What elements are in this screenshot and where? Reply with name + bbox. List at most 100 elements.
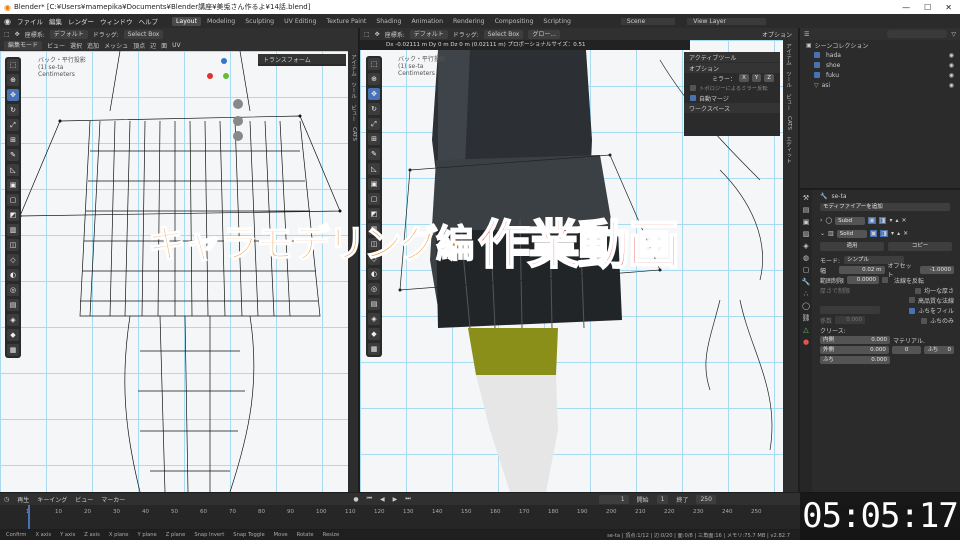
tab-sculpting[interactable]: Sculpting (241, 17, 278, 26)
play-icon[interactable]: ▶ (393, 496, 398, 503)
flip-normals-checkbox[interactable] (882, 277, 889, 283)
play-reverse-icon[interactable]: ◀ (380, 496, 385, 503)
left-select-dropdown[interactable]: Select Box (123, 29, 164, 39)
active-tool-header[interactable]: アクティブツール (684, 52, 780, 62)
material-offset-field[interactable]: 0 (891, 346, 922, 354)
options-header[interactable]: オプション (684, 63, 780, 73)
scene-selector[interactable]: Scene (620, 17, 676, 25)
annotate-tool-icon[interactable]: ✎ (7, 149, 19, 161)
right-scale-tool-icon[interactable]: ⤢ (368, 118, 380, 130)
topology-mirror-checkbox[interactable] (690, 85, 696, 91)
hada-visibility-icon[interactable]: ◉ (949, 52, 954, 59)
right-rip-tool-icon[interactable]: ▦ (368, 343, 380, 355)
inset-tool-icon[interactable]: ▢ (7, 194, 19, 206)
right-select-dropdown[interactable]: Select Box (483, 29, 524, 39)
timeline-editor-icon[interactable]: ◷ (4, 496, 9, 503)
rip-tool-icon[interactable]: ▦ (7, 344, 19, 356)
right-cursor-tool-icon[interactable]: ⊕ (368, 73, 380, 85)
mirror-x-toggle[interactable]: X (739, 74, 749, 82)
right-global-dropdown[interactable]: グロー... (528, 29, 561, 39)
rim-only-checkbox[interactable] (921, 318, 928, 324)
left-menu-vertex[interactable]: 頂点 (133, 41, 145, 50)
material-props-icon[interactable]: ● (803, 338, 809, 346)
subd-expand-icon[interactable]: › (820, 217, 822, 224)
start-frame-field[interactable]: 1 (656, 494, 669, 504)
right-shear-tool-icon[interactable]: ◆ (368, 328, 380, 340)
scene-props-icon[interactable]: ◈ (803, 242, 808, 250)
world-props-icon[interactable]: ◍ (803, 254, 809, 262)
left-tab-tool[interactable]: ツール (348, 79, 357, 102)
shrink-tool-icon[interactable]: ◈ (7, 314, 19, 326)
right-transform-tool-icon[interactable]: ⊞ (368, 133, 380, 145)
workspace-header[interactable]: ワークスペース (684, 103, 780, 113)
menu-window[interactable]: ウィンドウ (100, 16, 133, 26)
subd-editmode-icon[interactable]: ▣ (868, 217, 876, 224)
rotate-tool-icon[interactable]: ↻ (7, 104, 19, 116)
left-menu-edge[interactable]: 辺 (150, 41, 156, 50)
menu-render[interactable]: レンダー (68, 16, 94, 26)
tab-layout[interactable]: Layout (171, 16, 202, 26)
right-options-menu[interactable]: オプション (762, 30, 798, 39)
fuku-visibility-icon[interactable]: ◉ (949, 72, 954, 79)
tab-shading[interactable]: Shading (372, 17, 405, 26)
mirror-y-toggle[interactable]: Y (751, 74, 762, 82)
left-mode-dropdown[interactable]: 編集モード (4, 41, 43, 50)
tab-compositing[interactable]: Compositing (491, 17, 538, 26)
knife-tool-icon[interactable]: ◫ (7, 239, 19, 251)
outliner-filter-icon[interactable]: ▽ (951, 31, 960, 38)
right-rotate-tool-icon[interactable]: ↻ (368, 103, 380, 115)
data-props-icon[interactable]: △ (803, 326, 808, 334)
render-props-icon[interactable]: ▤ (803, 206, 810, 214)
select-tool-icon[interactable]: ⬚ (7, 59, 19, 71)
end-frame-field[interactable]: 250 (696, 494, 716, 504)
blender-menu-icon[interactable]: ◉ (4, 17, 11, 26)
spin-tool-icon[interactable]: ◐ (7, 269, 19, 281)
subd-modifier-name[interactable]: Subd (835, 216, 866, 225)
left-coord-dropdown[interactable]: デフォルト (49, 29, 88, 39)
object-asi[interactable]: asi (822, 82, 830, 89)
right-tab-view[interactable]: ビュー (783, 90, 792, 113)
constraints-props-icon[interactable]: ⛓ (802, 314, 811, 322)
maximize-button[interactable]: ☐ (924, 3, 931, 12)
subd-up-icon[interactable]: ▴ (895, 217, 898, 224)
timeline-menu-playback[interactable]: 再生 (17, 495, 29, 504)
timeline-menu-view[interactable]: ビュー (75, 495, 93, 504)
left-menu-face[interactable]: 面 (161, 41, 167, 50)
right-move-icon[interactable]: ✥ (375, 31, 380, 38)
solid-modifier-name[interactable]: Solid (836, 229, 867, 238)
scene-collection-label[interactable]: シーンコレクション (815, 41, 869, 50)
right-tab-tool[interactable]: ツール (783, 68, 792, 91)
shear-tool-icon[interactable]: ◆ (7, 329, 19, 341)
right-select-tool-icon[interactable]: ⬚ (368, 58, 380, 70)
mirror-z-toggle[interactable]: Z (764, 74, 774, 82)
collection-fuku[interactable]: fuku (826, 72, 839, 79)
inner-crease-field[interactable]: 内側 0.000 (820, 336, 890, 344)
subd-down-icon[interactable]: ▾ (889, 217, 892, 224)
right-coord-dropdown[interactable]: デフォルト (409, 29, 448, 39)
clamp-field[interactable]: 0.0000 (847, 276, 880, 284)
current-frame-field[interactable]: 1 (598, 494, 629, 504)
solid-render-icon[interactable]: ◨ (880, 230, 889, 237)
menu-help[interactable]: ヘルプ (138, 16, 158, 26)
polybuild-tool-icon[interactable]: ◇ (7, 254, 19, 266)
minimize-button[interactable]: — (902, 3, 910, 12)
view-layer-selector[interactable]: View Layer (687, 17, 767, 25)
left-menu-uv[interactable]: UV (172, 42, 181, 49)
scale-tool-icon[interactable]: ⤢ (7, 119, 19, 131)
move-icon[interactable]: ✥ (15, 31, 20, 38)
right-edge-slide-tool-icon[interactable]: ▤ (368, 298, 380, 310)
view-layer-props-icon[interactable]: ▨ (803, 230, 810, 238)
right-extrude-tool-icon[interactable]: ▣ (368, 178, 380, 190)
right-move-tool-icon[interactable]: ✥ (368, 88, 380, 100)
left-menu-mesh[interactable]: メッシュ (104, 41, 128, 50)
left-tab-item[interactable]: アイテム (348, 51, 357, 79)
fill-rim-checkbox[interactable] (909, 308, 916, 314)
tab-modeling[interactable]: Modeling (203, 17, 239, 26)
rim-crease-field[interactable]: ふち 0.000 (820, 356, 890, 364)
cursor-icon[interactable]: ⬚ (4, 31, 10, 38)
left-tab-cats[interactable]: CATS (348, 124, 357, 145)
factor-field[interactable]: 0.000 (835, 316, 866, 324)
transform-panel[interactable]: トランスフォーム (258, 54, 346, 66)
close-button[interactable]: ✕ (945, 3, 952, 12)
solid-expand-icon[interactable]: ⌄ (820, 230, 825, 237)
